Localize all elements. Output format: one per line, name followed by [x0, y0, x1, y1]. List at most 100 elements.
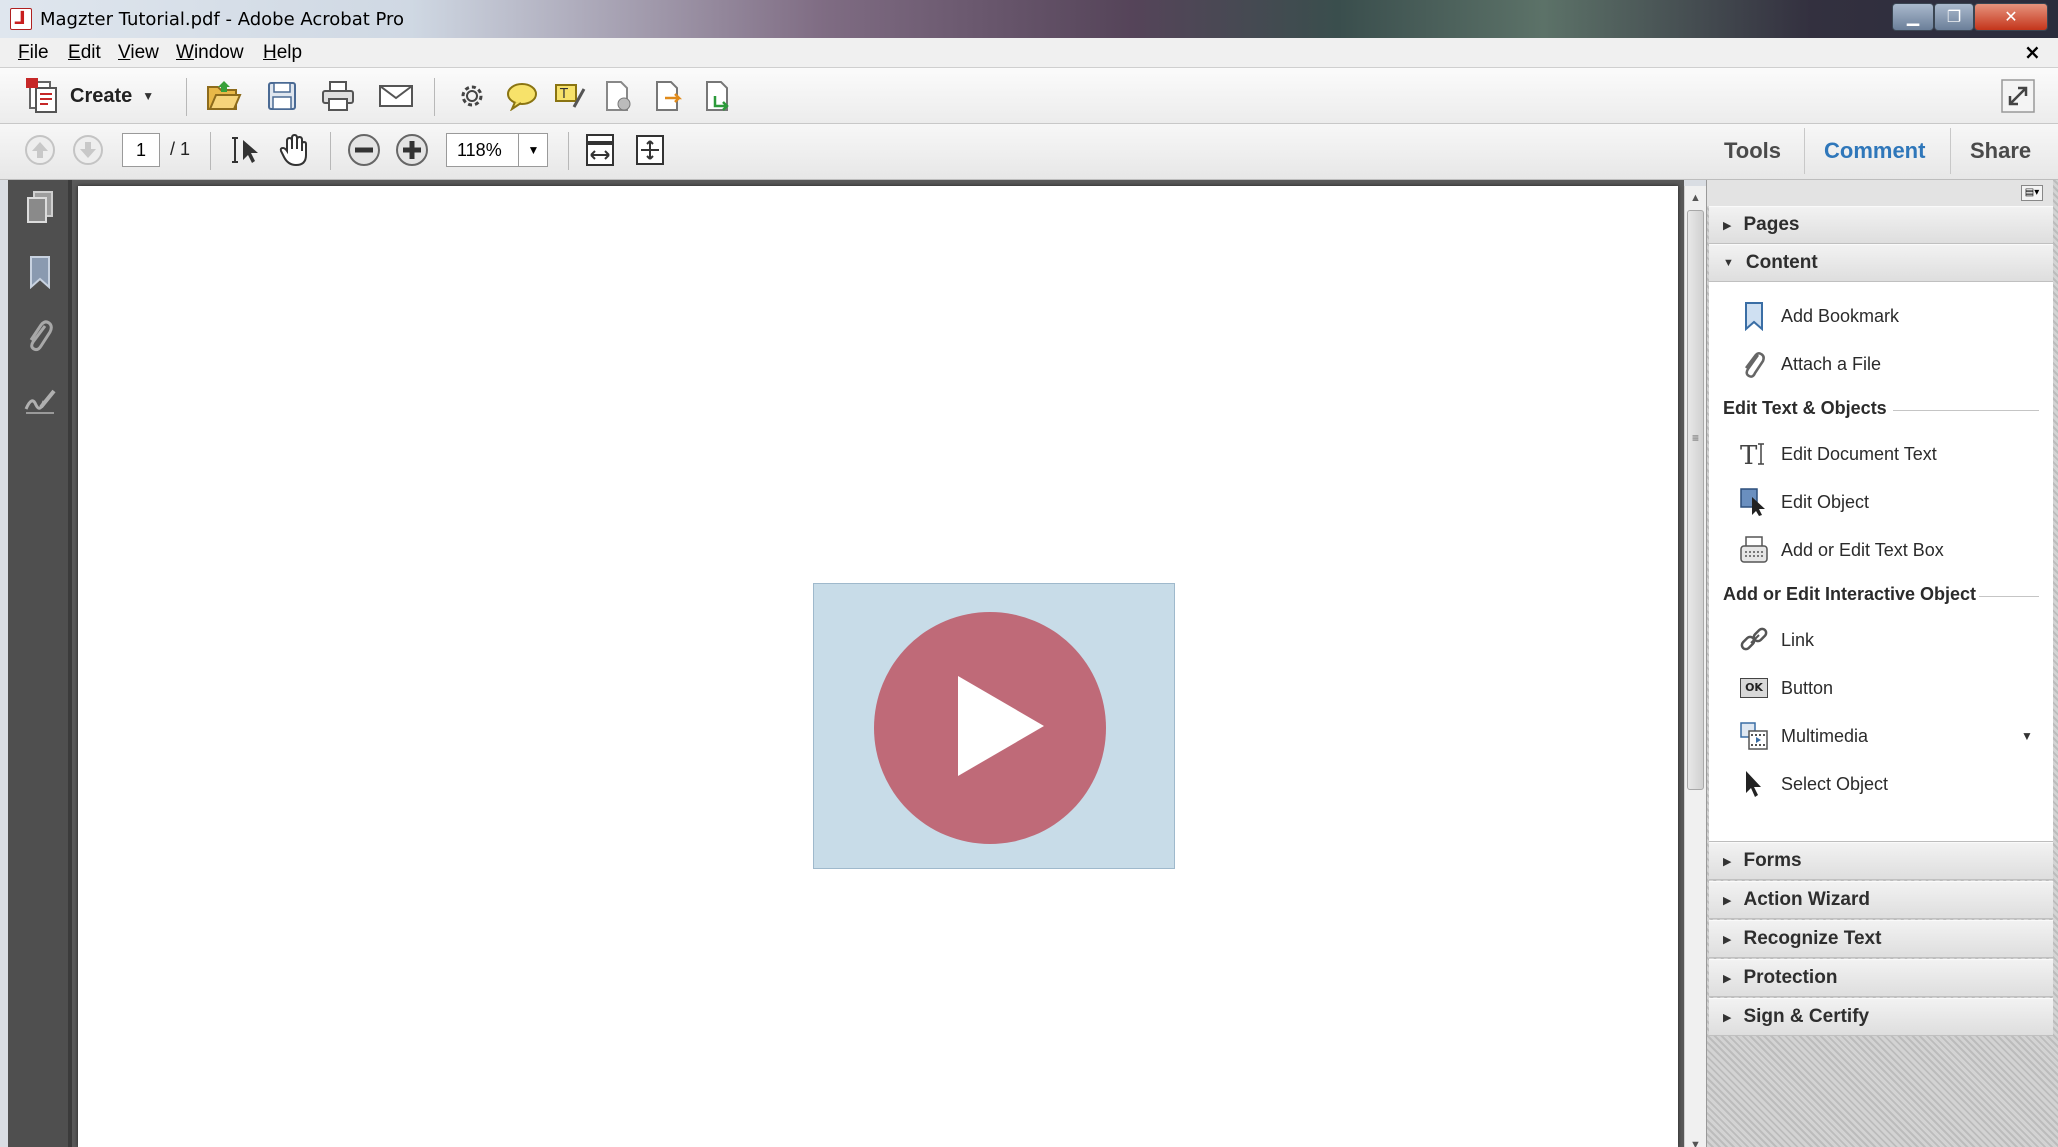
tool-label: Attach a File [1781, 353, 1882, 374]
panel-pages-label: Pages [1743, 214, 1800, 235]
close-window-button[interactable]: ✕ [1974, 3, 2048, 31]
panel-action-wizard-label: Action Wizard [1743, 889, 1870, 910]
vertical-scrollbar[interactable]: ▲ ≡ ▼ [1684, 186, 1706, 1147]
create-pdf-icon [26, 78, 57, 113]
multimedia-icon [1739, 721, 1769, 751]
chevron-right-icon: ▶ [1723, 972, 1732, 985]
arrow-down-icon [73, 135, 103, 165]
section-edit-text-objects: Edit Text & Objects [1723, 398, 1887, 418]
menu-help[interactable]: Help [263, 42, 302, 64]
section-divider [1893, 410, 2039, 411]
play-icon [958, 676, 1044, 776]
open-folder-icon [207, 81, 242, 110]
tool-label: Add or Edit Text Box [1781, 539, 1944, 560]
panel-sign-certify[interactable]: ▶ Sign & Certify [1709, 998, 2053, 1036]
page-export-icon [656, 81, 683, 111]
panel-forms[interactable]: ▶ Forms [1709, 842, 2053, 880]
pane-options-button[interactable]: ▤▾ [2021, 185, 2043, 201]
play-button[interactable] [874, 612, 1106, 844]
fit-width-button[interactable] [582, 132, 618, 168]
button-tool[interactable]: OK Button [1709, 666, 2053, 710]
chevron-down-icon: ▼ [1723, 257, 1734, 269]
share-file-button[interactable] [700, 78, 736, 114]
page-remove-icon [606, 81, 631, 111]
paperclip-icon [1739, 349, 1769, 379]
bookmarks-button[interactable] [20, 252, 60, 292]
export-button[interactable] [650, 78, 686, 114]
close-document-button[interactable]: × [2024, 40, 2041, 64]
page-number-input[interactable]: 1 [122, 133, 160, 167]
comment-button[interactable] [504, 78, 540, 114]
save-icon [268, 82, 296, 110]
hand-tool-button[interactable] [276, 132, 312, 168]
multimedia-tool[interactable]: Multimedia ▼ [1709, 714, 2053, 758]
email-button[interactable] [378, 78, 414, 114]
tool-label: Select Object [1781, 773, 1889, 794]
tab-tools[interactable]: Tools [1724, 138, 1781, 164]
page-total: / 1 [170, 139, 191, 159]
select-cursor-icon [232, 137, 258, 163]
create-button[interactable]: Create ▼ [26, 78, 154, 114]
restore-button[interactable]: ❐ [1934, 3, 1974, 31]
paperclip-icon [29, 320, 53, 352]
full-screen-button[interactable] [2000, 78, 2036, 114]
next-page-button[interactable] [70, 132, 106, 168]
main-toolbar: Create ▼ T [0, 68, 2058, 124]
previous-page-button[interactable] [22, 132, 58, 168]
toolbar-separator [186, 78, 187, 116]
zoom-dropdown-button[interactable]: ▼ [518, 133, 548, 167]
chevron-down-icon[interactable]: ▼ [2021, 729, 2033, 743]
plus-circle-icon [396, 134, 428, 166]
page-thumbnails-button[interactable] [20, 188, 60, 228]
chevron-right-icon: ▶ [1723, 933, 1732, 946]
panel-content[interactable]: ▼ Content [1709, 244, 2053, 282]
menu-view[interactable]: View [118, 42, 159, 64]
print-button[interactable] [320, 78, 356, 114]
toolbar-separator [210, 132, 211, 170]
tool-label: Multimedia [1781, 725, 1869, 746]
fit-page-button[interactable] [632, 132, 668, 168]
scrollbar-thumb[interactable]: ≡ [1687, 210, 1704, 790]
panel-pages[interactable]: ▶ Pages [1709, 206, 2053, 244]
tab-share[interactable]: Share [1970, 138, 2031, 164]
section-interactive-object: Add or Edit Interactive Object [1723, 584, 1977, 604]
menu-window[interactable]: Window [176, 42, 244, 64]
panel-protection[interactable]: ▶ Protection [1709, 959, 2053, 997]
panel-recognize-text[interactable]: ▶ Recognize Text [1709, 920, 2053, 958]
tool-label: Edit Document Text [1781, 443, 1937, 464]
signatures-button[interactable] [20, 380, 60, 420]
add-edit-text-box-tool[interactable]: Add or Edit Text Box [1709, 528, 2053, 572]
tab-comment[interactable]: Comment [1824, 138, 1925, 164]
attach-file-tool[interactable]: Attach a File [1709, 342, 2053, 386]
edit-document-text-tool[interactable]: T Edit Document Text [1709, 432, 2053, 476]
scroll-down-icon[interactable]: ▼ [1690, 1139, 1701, 1147]
tools-pane-header: ▤▾ [1707, 180, 2053, 206]
panel-action-wizard[interactable]: ▶ Action Wizard [1709, 881, 2053, 919]
tool-label: Link [1781, 629, 1815, 650]
minimize-button[interactable]: ▁ [1892, 3, 1934, 31]
attachments-button[interactable] [20, 316, 60, 356]
zoom-out-button[interactable] [346, 132, 382, 168]
settings-button[interactable] [454, 78, 490, 114]
page-send-icon [706, 81, 729, 111]
link-tool[interactable]: Link [1709, 618, 2053, 662]
select-tool-button[interactable] [228, 132, 264, 168]
redact-button[interactable] [600, 78, 636, 114]
zoom-in-button[interactable] [394, 132, 430, 168]
restore-icon: ❐ [1946, 7, 1962, 26]
navigation-toolbar: 1 / 1 118% ▼ Tools Comment Share [0, 124, 2058, 180]
highlight-button[interactable]: T [552, 78, 588, 114]
menu-edit[interactable]: Edit [68, 42, 101, 64]
video-player[interactable] [813, 583, 1175, 869]
signature-pen-icon [24, 389, 56, 414]
chevron-right-icon: ▶ [1723, 219, 1732, 232]
add-bookmark-tool[interactable]: Add Bookmark [1709, 294, 2053, 338]
menu-file[interactable]: File [18, 42, 49, 64]
edit-object-tool[interactable]: Edit Object [1709, 480, 2053, 524]
svg-text:T: T [559, 87, 568, 102]
tool-label: Button [1781, 677, 1834, 698]
save-button[interactable] [264, 78, 300, 114]
select-object-tool[interactable]: Select Object [1709, 762, 2053, 806]
open-button[interactable] [206, 78, 242, 114]
scroll-up-icon[interactable]: ▲ [1690, 192, 1701, 204]
